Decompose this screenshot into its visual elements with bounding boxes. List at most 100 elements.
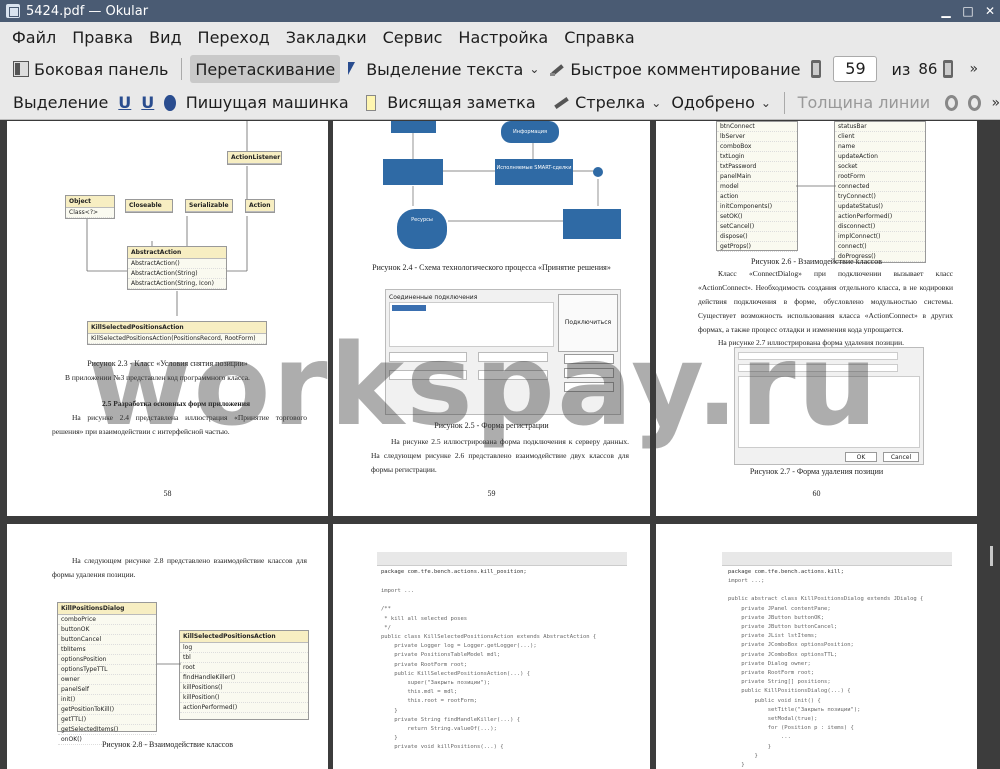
form-button[interactable]	[564, 382, 614, 392]
code-listing: package com.tfe.bench.actions.kill;	[728, 568, 844, 577]
uml-box-serializable: Serializable	[185, 199, 233, 213]
form-field	[478, 370, 548, 380]
document-viewport[interactable]: ActionListener Object Class<?> Closeable …	[0, 121, 985, 769]
uml-box-title: ActionListener	[228, 152, 281, 164]
minimize-icon[interactable]: ▁	[936, 1, 956, 21]
menu-file[interactable]: Файл	[4, 28, 64, 47]
diagram-block-resources: Ресурсы	[397, 209, 447, 249]
form-field	[478, 352, 548, 362]
section-heading: 2.5 Разработка основных форм приложения	[102, 399, 251, 408]
toolbar-separator	[181, 58, 183, 80]
form-field	[389, 370, 467, 380]
diagram-block	[563, 209, 621, 239]
uml-box-title: KillPositionsDialog	[58, 603, 156, 615]
overflow-icon[interactable]: »	[969, 61, 978, 77]
chevron-down-icon[interactable]: ⌄	[761, 96, 771, 110]
paragraph: Класс «ConnectDialog» при подключении вы…	[698, 269, 953, 334]
quick-comment-label: Быстрое комментирование	[570, 59, 801, 79]
menu-bar: Файл Правка Вид Переход Закладки Сервис …	[0, 22, 1000, 52]
uml-box-kill-action: KillSelectedPositionsAction KillSelectedP…	[87, 321, 267, 345]
figure-caption: Рисунок 2.4 - Схема технологического про…	[372, 263, 611, 272]
code-listing: package com.tfe.bench.actions.kill_posit…	[381, 568, 527, 577]
note-icon	[365, 94, 377, 111]
uml-box-abstract: AbstractAction AbstractAction() AbstractAc…	[127, 246, 227, 290]
chevron-down-icon[interactable]: ⌄	[651, 96, 661, 110]
text-select-button[interactable]: Выделение текста ⌄	[340, 55, 544, 83]
page-number-input[interactable]: 59	[833, 56, 878, 82]
delete-position-form-figure: OK Cancel	[734, 347, 924, 465]
line-width-button[interactable]: Толщина линии	[793, 89, 936, 117]
typewriter-button[interactable]: Пишущая машинка	[181, 89, 354, 117]
sidebar-toggle-button[interactable]: Боковая панель	[8, 55, 173, 83]
stamp-button[interactable]: Одобрено ⌄	[666, 89, 776, 117]
maximize-icon[interactable]: □	[958, 1, 978, 21]
popup-note-label: Висящая заметка	[387, 93, 536, 112]
page-60: btnConnect lbServer comboBox txtLogin txtPas…	[656, 121, 977, 516]
drag-mode-button[interactable]: Перетаскивание	[190, 55, 341, 83]
page-59: Информация Исполняемые SMART-сделки Ресу…	[333, 121, 650, 516]
form-field	[389, 352, 467, 362]
page-number: 59	[487, 489, 496, 498]
menu-bookmarks[interactable]: Закладки	[278, 28, 375, 47]
squiggle-icon[interactable]: U	[136, 93, 159, 112]
ok-button[interactable]: OK	[845, 452, 877, 462]
paragraph: В приложении №3 представлен код программ…	[65, 373, 250, 382]
quick-comment-button[interactable]: Быстрое комментирование	[544, 55, 805, 83]
highlight-label: Выделение	[13, 93, 109, 112]
window-titlebar: 5424.pdf — Okular ▁ □ ✕	[0, 0, 1000, 22]
connect-button[interactable]: Подключиться	[558, 294, 618, 352]
figure-caption: Рисунок 2.3 - Класс «Условия снятия пози…	[87, 359, 248, 368]
diagram-block	[383, 159, 443, 185]
gear-icon[interactable]	[945, 94, 959, 111]
text-select-label: Выделение текста	[366, 59, 524, 79]
form-button[interactable]	[564, 368, 614, 378]
strikeout-icon[interactable]	[164, 94, 176, 111]
menu-tools[interactable]: Сервис	[375, 28, 451, 47]
uml-box-action-connect: statusBar client name updateAction socket roo…	[834, 121, 926, 263]
paragraph: На следующем рисунке 2.8 представлено вз…	[52, 556, 307, 579]
underline-icon[interactable]: U	[113, 93, 136, 112]
diagram-block	[391, 121, 436, 133]
close-icon[interactable]: ✕	[980, 1, 1000, 21]
annotation-toolbar: Выделение U U Пишущая машинка Висящая за…	[0, 86, 1000, 120]
settings-icon[interactable]	[968, 94, 982, 111]
page-number: 60	[812, 489, 821, 498]
uml-box-title: AbstractAction	[128, 247, 226, 259]
scrollbar-thumb[interactable]	[990, 546, 993, 566]
window-title: 5424.pdf — Okular	[26, 3, 149, 19]
ide-tab-bar	[722, 552, 952, 566]
popup-note-button[interactable]: Висящая заметка	[382, 89, 540, 117]
okular-app-icon	[6, 4, 20, 18]
uml-box-title: Object	[66, 196, 114, 208]
process-diagram-2-4	[412, 131, 603, 222]
menu-settings[interactable]: Настройка	[450, 28, 556, 47]
vertical-scrollbar[interactable]	[985, 121, 1000, 769]
arrow-tool-button[interactable]: Стрелка ⌄	[570, 89, 666, 117]
cancel-button[interactable]: Cancel	[883, 452, 919, 462]
typewriter-label: Пишущая машинка	[185, 93, 349, 112]
menu-edit[interactable]: Правка	[64, 28, 141, 47]
uml-association-line	[796, 185, 836, 187]
cursor-icon	[345, 61, 361, 77]
menu-help[interactable]: Справка	[556, 28, 643, 47]
overflow-icon[interactable]: »	[991, 95, 1000, 111]
arrow-tool-icon	[553, 95, 564, 111]
figure-caption: Рисунок 2.5 - Форма регистрации	[434, 421, 549, 430]
next-page-icon[interactable]	[943, 60, 954, 78]
page-63: package com.tfe.bench.actions.kill; impo…	[656, 524, 977, 769]
previous-page-icon[interactable]	[811, 60, 822, 78]
uml-box-title: Serializable	[186, 200, 232, 212]
ide-tab-bar	[377, 552, 627, 566]
sidebar-icon	[13, 61, 29, 77]
highlight-tool-button[interactable]: Выделение	[8, 89, 113, 117]
form-button[interactable]	[564, 354, 614, 364]
menu-view[interactable]: Вид	[141, 28, 189, 47]
uml-association-line	[157, 663, 181, 665]
page-58: ActionListener Object Class<?> Closeable …	[7, 121, 328, 516]
menu-go[interactable]: Переход	[190, 28, 278, 47]
uml-box-kill-action: KillSelectedPositionsAction log tbl root fi…	[179, 630, 309, 720]
uml-box-title: KillSelectedPositionsAction	[88, 322, 266, 334]
page-of-label: из	[891, 59, 911, 79]
chevron-down-icon[interactable]: ⌄	[529, 62, 539, 76]
form-list	[389, 302, 554, 347]
